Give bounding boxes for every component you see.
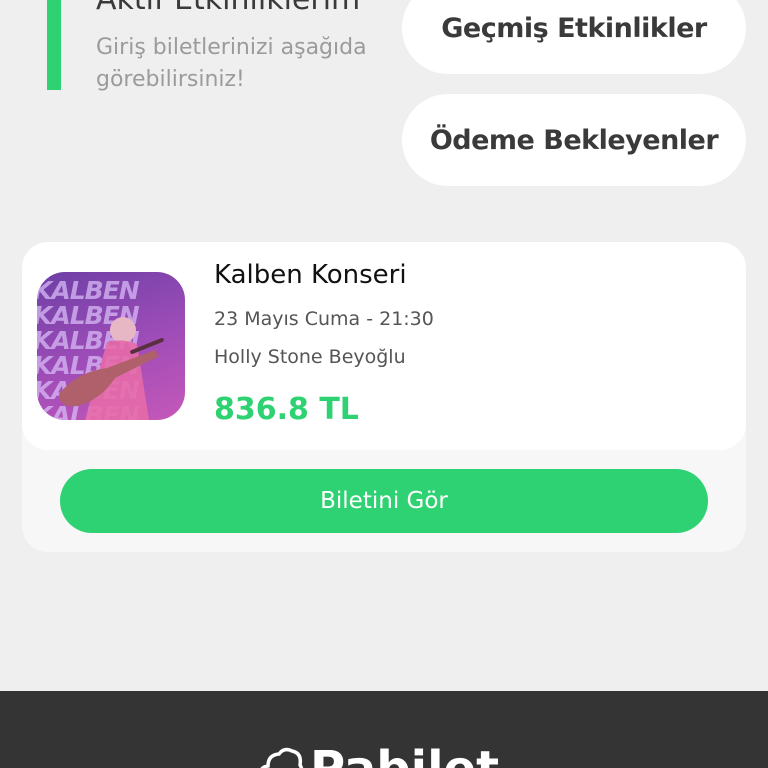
cloud-logo-icon	[258, 745, 304, 768]
event-poster-image: KALBENKALBENKALBENKALBENKALBENKALBEN	[37, 272, 185, 420]
page-subtitle: Giriş biletlerinizi aşağıda görebilirsin…	[96, 35, 367, 92]
ticket-card-details: KALBENKALBENKALBENKALBENKALBENKALBEN Kal…	[22, 242, 746, 450]
footer-logo-text: Pabilet	[310, 745, 499, 768]
section-accent-bar	[47, 0, 61, 90]
footer: Pabilet	[0, 691, 768, 768]
past-events-button[interactable]: Geçmiş Etkinlikler	[402, 0, 746, 74]
pending-payment-button[interactable]: Ödeme Bekleyenler	[402, 94, 746, 186]
event-date: 23 Mayıs Cuma - 21:30	[214, 308, 434, 330]
view-ticket-button[interactable]: Biletini Gör	[60, 469, 708, 533]
event-title: Kalben Konseri	[214, 260, 407, 290]
event-venue: Holly Stone Beyoğlu	[214, 346, 406, 368]
event-price: 836.8 TL	[214, 392, 359, 427]
footer-logo[interactable]: Pabilet	[258, 745, 499, 768]
page-title: Aktif Etkinliklerim	[96, 0, 360, 17]
ticket-card: KALBENKALBENKALBENKALBENKALBENKALBEN Kal…	[22, 242, 746, 552]
